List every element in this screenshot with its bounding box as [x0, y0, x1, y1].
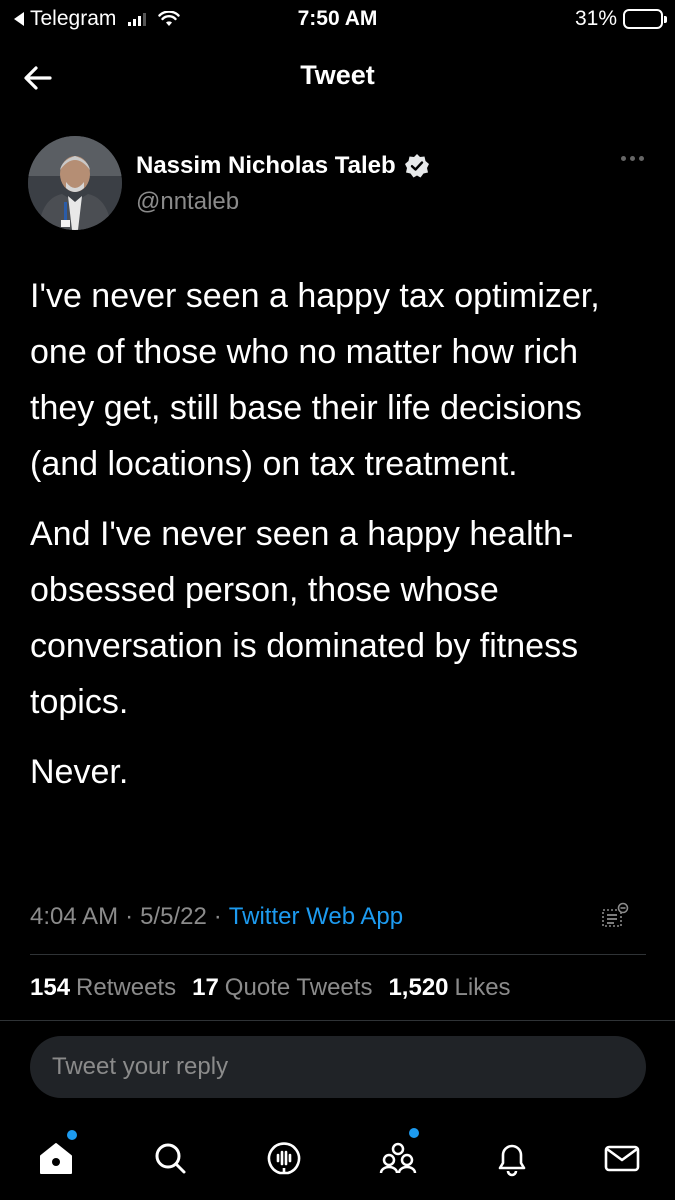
notifications-icon	[498, 1144, 526, 1177]
more-options-icon[interactable]	[621, 156, 644, 161]
author-name[interactable]: Nassim Nicholas Taleb	[136, 152, 396, 180]
tweet-paragraph: I've never seen a happy tax optimizer, o…	[30, 277, 600, 483]
status-bar: Telegram 7:50 AM 31%	[0, 0, 675, 40]
likes-count: 1,520	[388, 974, 449, 1001]
tweet-text: I've never seen a happy tax optimizer, o…	[30, 268, 650, 814]
tweet-paragraph: And I've never seen a happy health-obses…	[30, 515, 579, 721]
verified-badge-icon	[404, 154, 429, 178]
battery-percent: 31%	[574, 7, 617, 30]
tab-search[interactable]	[140, 1128, 200, 1188]
meta-separator: ·	[125, 903, 134, 930]
meta-separator: ·	[213, 903, 222, 930]
tweet-meta: 4:04 AM · 5/5/22 · Twitter Web App	[30, 897, 642, 937]
tab-spaces[interactable]	[254, 1128, 314, 1188]
likes-stat[interactable]: 1,520 Likes	[388, 974, 510, 1002]
author-name-row[interactable]: Nassim Nicholas Taleb	[136, 152, 430, 180]
quote-tweets-label: Quote Tweets	[224, 974, 373, 1001]
battery-status: 31%	[574, 7, 667, 31]
tab-communities[interactable]	[368, 1128, 428, 1188]
status-time: 7:50 AM	[297, 7, 378, 30]
avatar-photo	[28, 136, 122, 230]
analytics-icon[interactable]	[600, 901, 630, 931]
spaces-icon	[267, 1142, 301, 1175]
avatar[interactable]	[28, 136, 122, 230]
quote-tweets-stat[interactable]: 17 Quote Tweets	[192, 974, 372, 1002]
reply-composer[interactable]	[30, 1036, 646, 1098]
messages-icon	[604, 1145, 640, 1172]
tweet-stats: 154 Retweets 17 Quote Tweets 1,520 Likes	[30, 974, 511, 1002]
retweets-label: Retweets	[76, 974, 177, 1001]
divider	[0, 1020, 675, 1021]
nav-bar: Tweet	[0, 50, 675, 104]
tab-notifications[interactable]	[482, 1128, 542, 1188]
quote-tweets-count: 17	[192, 974, 219, 1001]
divider	[30, 954, 646, 955]
tab-messages[interactable]	[592, 1128, 652, 1188]
page-title: Tweet	[300, 60, 375, 90]
tab-home[interactable]	[26, 1128, 86, 1188]
retweets-stat[interactable]: 154 Retweets	[30, 974, 176, 1002]
author-handle[interactable]: @nntaleb	[136, 188, 239, 216]
home-notification-dot	[67, 1130, 77, 1140]
search-icon	[155, 1143, 186, 1174]
likes-label: Likes	[454, 974, 511, 1001]
tweet-source-link[interactable]: Twitter Web App	[229, 903, 403, 931]
communities-icon	[379, 1142, 417, 1174]
tweet-paragraph: Never.	[30, 753, 129, 791]
tweet-author: Nassim Nicholas Taleb @nntaleb	[28, 136, 648, 236]
home-icon	[40, 1143, 72, 1174]
reply-input[interactable]	[52, 1053, 624, 1081]
bottom-tab-bar	[0, 1128, 675, 1188]
battery-icon	[623, 9, 667, 29]
communities-notification-dot	[409, 1128, 419, 1138]
tweet-date: 5/5/22	[140, 903, 207, 930]
tweet-time: 4:04 AM	[30, 903, 119, 930]
retweets-count: 154	[30, 974, 71, 1001]
